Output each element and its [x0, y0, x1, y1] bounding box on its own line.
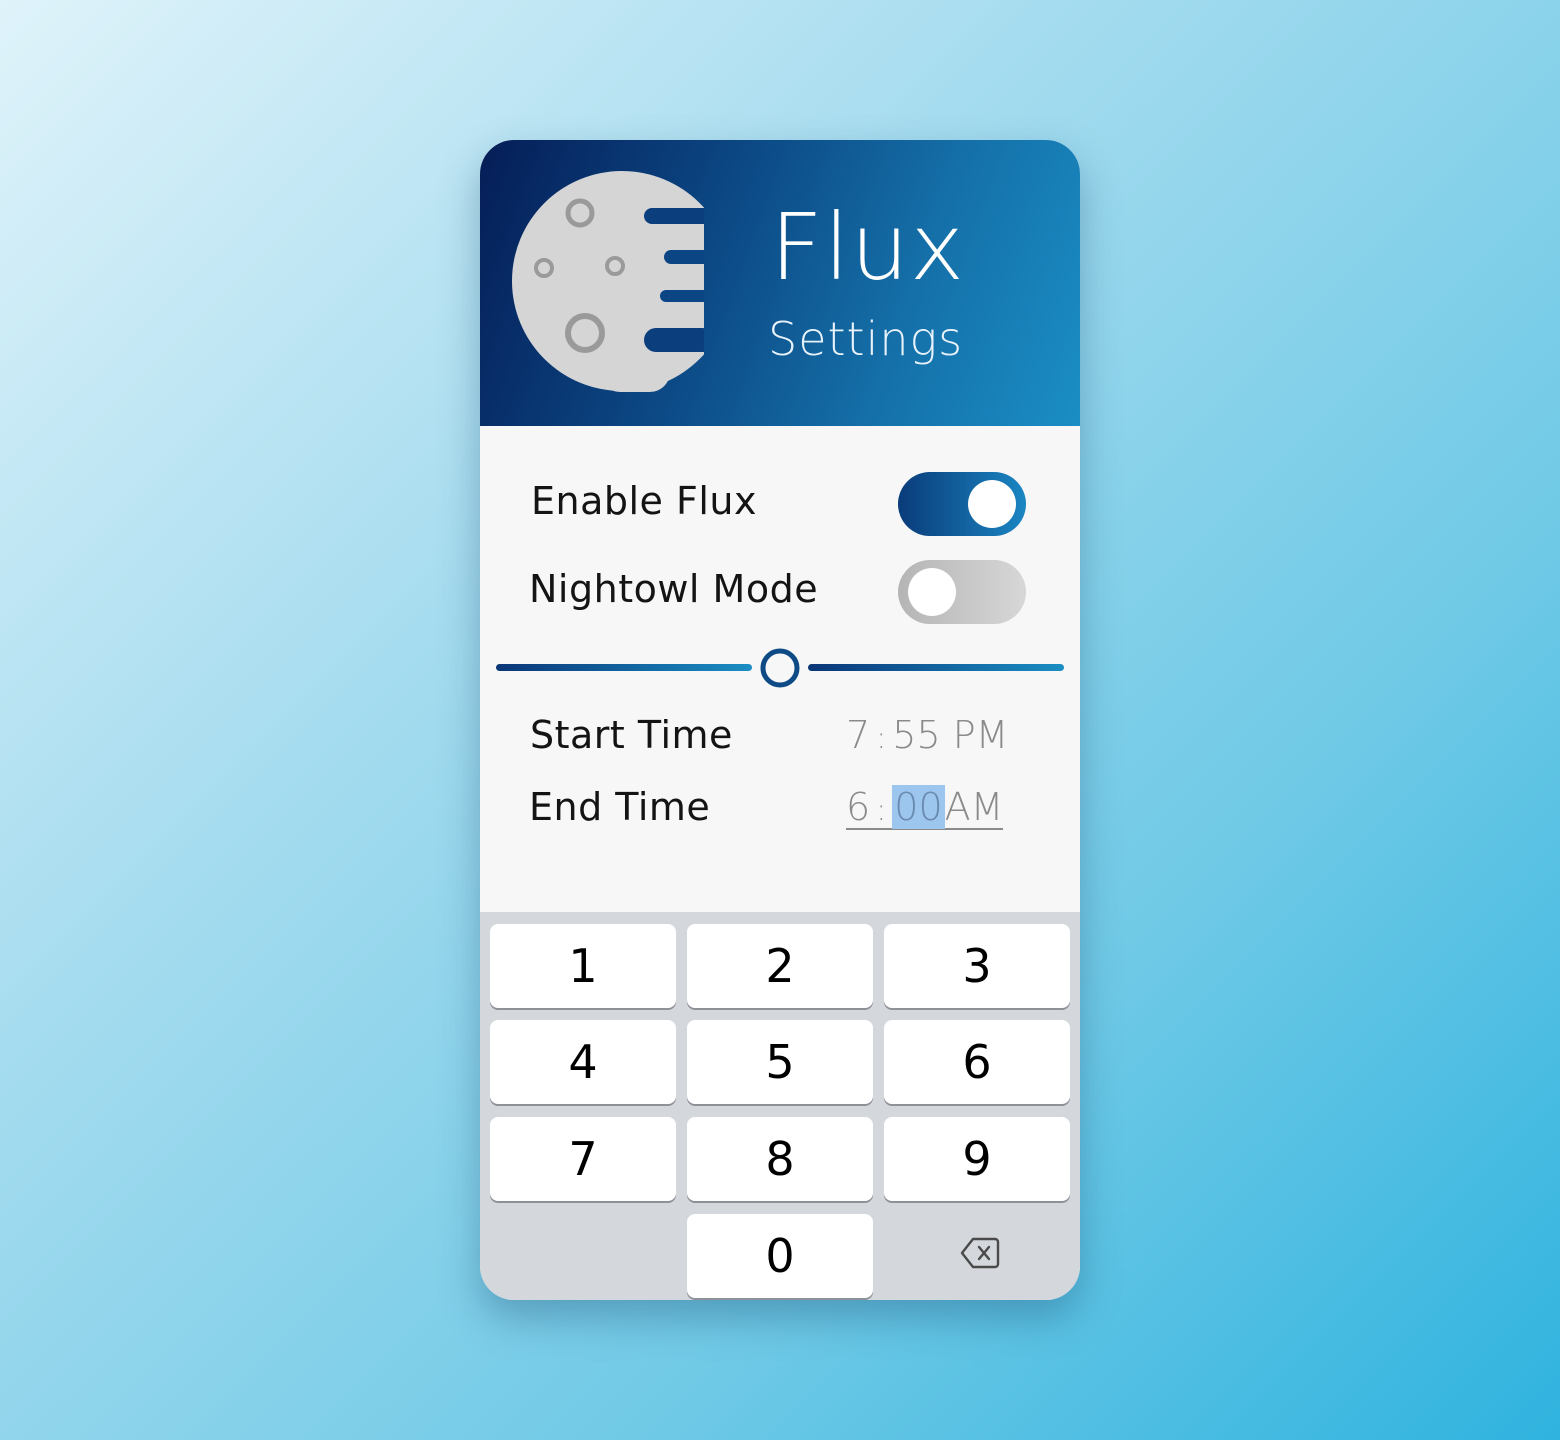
backspace-icon	[960, 1237, 1000, 1269]
start-time-hour[interactable]: 7	[846, 713, 870, 757]
start-time-minute[interactable]: 55	[892, 713, 940, 757]
end-time-period[interactable]: AM	[945, 785, 1004, 829]
key-1[interactable]: 1	[490, 924, 676, 1008]
end-time-value[interactable]: 6:00AM	[846, 785, 1004, 830]
slider-track-left	[496, 664, 752, 671]
key-6[interactable]: 6	[884, 1020, 1070, 1104]
app-subtitle: Settings	[768, 312, 964, 366]
delete-key[interactable]	[950, 1233, 1010, 1273]
toggle-knob	[968, 480, 1016, 528]
start-time-value[interactable]: 7:55 PM	[846, 716, 1008, 754]
flux-slider[interactable]	[496, 646, 1064, 690]
key-7[interactable]: 7	[490, 1117, 676, 1201]
end-time-hour[interactable]: 6	[846, 785, 870, 829]
slider-track-right	[808, 664, 1064, 671]
moon-flux-logo-icon	[512, 171, 704, 392]
header: Flux Settings	[480, 140, 1080, 426]
start-time-period[interactable]: PM	[953, 713, 1009, 757]
enable-flux-toggle[interactable]	[898, 472, 1026, 536]
end-time-label: End Time	[529, 785, 711, 829]
end-time-separator: :	[876, 793, 887, 828]
key-4[interactable]: 4	[490, 1020, 676, 1104]
key-5[interactable]: 5	[687, 1020, 873, 1104]
settings-card: Flux Settings Enable Flux Nightowl Mode …	[480, 140, 1080, 1300]
key-3[interactable]: 3	[884, 924, 1070, 1008]
enable-flux-label: Enable Flux	[531, 479, 758, 523]
slider-thumb	[760, 648, 800, 688]
key-0[interactable]: 0	[687, 1214, 873, 1298]
nightowl-mode-toggle[interactable]	[898, 560, 1026, 624]
start-time-label: Start Time	[530, 713, 733, 757]
key-9[interactable]: 9	[884, 1117, 1070, 1201]
nightowl-mode-label: Nightowl Mode	[529, 567, 819, 611]
key-8[interactable]: 8	[687, 1117, 873, 1201]
toggle-knob	[908, 568, 956, 616]
end-time-minute-selected[interactable]: 00	[892, 785, 945, 829]
start-time-separator: :	[876, 721, 887, 756]
app-title: Flux	[770, 194, 966, 301]
key-2[interactable]: 2	[687, 924, 873, 1008]
